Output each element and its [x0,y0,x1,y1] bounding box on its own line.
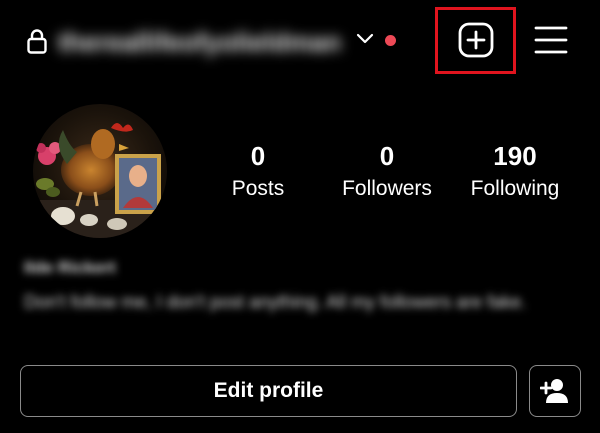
following-label: Following [470,177,560,200]
followers-stat[interactable]: 0 Followers [322,140,452,204]
followers-label: Followers [342,177,432,200]
profile-header: thereallifeofyolieldman [0,0,600,82]
chevron-down-icon[interactable] [356,32,374,46]
lock-icon [27,29,47,54]
posts-label: Posts [231,177,285,200]
followers-count: 0 [379,141,395,171]
discover-people-button[interactable] [529,365,581,417]
posts-stat[interactable]: 0 Posts [193,140,323,204]
posts-count: 0 [250,141,266,171]
following-stat[interactable]: 190 Following [450,140,580,204]
avatar-image [33,104,167,238]
add-person-icon [540,379,568,403]
following-count: 190 [493,141,537,171]
avatar[interactable] [33,104,167,238]
username-switcher[interactable]: thereallifeofyolieldman [58,22,348,62]
bio-text: Don't follow me, I don't post anything. … [24,292,527,312]
display-name: Ilde Rickert [24,258,116,277]
edit-profile-button[interactable]: Edit profile [20,365,517,417]
notification-dot [385,35,396,46]
plus-square-icon[interactable] [458,22,494,58]
hamburger-menu-icon[interactable] [534,24,568,56]
